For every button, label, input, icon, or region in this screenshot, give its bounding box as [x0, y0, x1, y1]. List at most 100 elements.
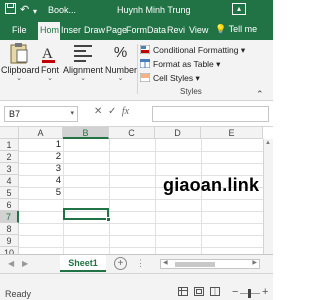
- status-text: Ready: [5, 289, 32, 299]
- cell-styles-button[interactable]: Cell Styles ▾: [139, 72, 200, 84]
- tab-insert[interactable]: Inser: [61, 24, 81, 36]
- formula-bar: B7 ▾ ✕ ✓ fx: [0, 101, 273, 127]
- caret-down-icon: ▾: [216, 59, 221, 69]
- gridline: [63, 139, 64, 254]
- caret-down-icon[interactable]: ▾: [70, 107, 74, 121]
- cell-a5[interactable]: 5: [19, 187, 63, 199]
- alignment-group[interactable]: Alignment ⌄: [63, 42, 103, 83]
- gridline: [19, 247, 273, 248]
- format-as-table-label: Format as Table: [153, 59, 214, 69]
- name-box-value: B7: [9, 109, 21, 119]
- percent-icon: %: [113, 44, 128, 61]
- ribbon-display-options-icon[interactable]: ▴: [232, 3, 246, 15]
- cell-styles-icon: [139, 72, 151, 83]
- cell-a4[interactable]: 4: [19, 175, 63, 187]
- alignment-label: Alignment: [63, 65, 104, 75]
- scroll-left-icon[interactable]: ◀: [163, 259, 168, 266]
- row-header-2[interactable]: 2: [0, 151, 19, 163]
- column-header-e[interactable]: E: [201, 127, 263, 139]
- column-header-d[interactable]: D: [155, 127, 201, 139]
- row-header-8[interactable]: 8: [0, 223, 19, 235]
- more-options-icon[interactable]: ⋮: [136, 258, 145, 269]
- chevron-down-icon: ⌄: [117, 75, 124, 82]
- row-header-1[interactable]: 1: [0, 139, 19, 151]
- svg-text:A: A: [42, 46, 53, 62]
- row-header-5[interactable]: 5: [0, 187, 19, 199]
- tab-draw[interactable]: Draw: [84, 24, 105, 36]
- ribbon-divider: [137, 44, 138, 94]
- add-sheet-button[interactable]: +: [114, 257, 127, 270]
- tab-home[interactable]: Hom: [38, 22, 61, 40]
- save-icon[interactable]: [5, 3, 16, 18]
- tell-me-box[interactable]: 💡 Tell me: [215, 24, 257, 35]
- row-header-7[interactable]: 7: [0, 211, 19, 223]
- clipboard-label: Clipboard: [1, 65, 40, 75]
- formula-input[interactable]: [152, 106, 269, 122]
- tab-file[interactable]: File: [12, 24, 27, 36]
- scroll-thumb[interactable]: [175, 262, 215, 267]
- tell-me-label: Tell me: [228, 24, 258, 34]
- caret-down-icon[interactable]: ▾: [33, 5, 37, 19]
- row-header-9[interactable]: 9: [0, 235, 19, 247]
- format-as-table-button[interactable]: Format as Table ▾: [139, 58, 221, 70]
- normal-view-icon[interactable]: [178, 287, 188, 299]
- conditional-formatting-label: Conditional Formatting: [153, 45, 239, 55]
- column-header-a[interactable]: A: [19, 127, 63, 139]
- cell-a2[interactable]: 2: [19, 151, 63, 163]
- enter-icon[interactable]: ✓: [108, 106, 116, 117]
- font-icon: A: [38, 42, 62, 64]
- zoom-slider-thumb[interactable]: [248, 289, 251, 298]
- tab-data[interactable]: Data: [147, 24, 166, 36]
- scroll-sheets-right-icon[interactable]: ▶: [22, 259, 28, 268]
- gridline: [19, 211, 273, 212]
- row-header-3[interactable]: 3: [0, 163, 19, 175]
- scroll-up-icon[interactable]: ▲: [265, 140, 271, 146]
- document-title: Book...: [48, 5, 77, 15]
- gridline: [19, 199, 273, 200]
- worksheet-grid[interactable]: A B C D E 1 2 3 4 5 6 7 8 9 10 11 1 2 3 …: [0, 127, 273, 254]
- caret-down-icon: ▾: [240, 45, 246, 55]
- select-all-corner[interactable]: [0, 127, 19, 139]
- cell-a1[interactable]: 1: [19, 139, 63, 151]
- collapse-ribbon-icon[interactable]: ⌃: [256, 89, 264, 100]
- column-header-b[interactable]: B: [63, 127, 109, 139]
- watermark: giaoan.link: [163, 175, 260, 195]
- row-header-4[interactable]: 4: [0, 175, 19, 187]
- page-layout-view-icon[interactable]: [194, 287, 204, 299]
- undo-icon[interactable]: ↶: [20, 3, 29, 17]
- formula-buttons: ✕ ✓ fx: [94, 106, 129, 117]
- name-box[interactable]: B7 ▾: [4, 106, 78, 122]
- caret-down-icon: ▾: [195, 73, 200, 83]
- cell-a3[interactable]: 3: [19, 163, 63, 175]
- gridline: [201, 139, 202, 254]
- cancel-icon[interactable]: ✕: [94, 106, 102, 117]
- sheet-tab-sheet1[interactable]: Sheet1: [60, 255, 106, 272]
- number-group[interactable]: % Number ⌄: [105, 42, 137, 83]
- row-header-10[interactable]: 10: [0, 247, 19, 254]
- page-break-view-icon[interactable]: [210, 287, 220, 299]
- horizontal-scrollbar[interactable]: ◀ ▶: [160, 259, 260, 269]
- scroll-right-icon[interactable]: ▶: [252, 259, 257, 266]
- gridline: [19, 235, 273, 236]
- align-icon: [71, 42, 95, 64]
- tab-formulas[interactable]: Form: [126, 24, 147, 36]
- tab-page-layout[interactable]: Page: [106, 24, 127, 36]
- fill-handle[interactable]: [106, 217, 111, 222]
- font-group[interactable]: A Font ⌄: [38, 42, 62, 83]
- row-header-6[interactable]: 6: [0, 199, 19, 211]
- scroll-sheets-left-icon[interactable]: ◀: [8, 259, 14, 268]
- selected-cell-b7[interactable]: [63, 208, 111, 222]
- format-as-table-icon: [139, 58, 151, 69]
- chevron-down-icon: ⌄: [47, 75, 53, 82]
- zoom-out-button[interactable]: −: [232, 286, 238, 298]
- insert-function-icon[interactable]: fx: [122, 106, 129, 117]
- account-name[interactable]: Huynh Minh Trung: [117, 5, 191, 15]
- column-header-c[interactable]: C: [109, 127, 155, 139]
- vertical-scrollbar[interactable]: ▲: [263, 139, 273, 254]
- conditional-formatting-button[interactable]: Conditional Formatting ▾: [139, 44, 246, 56]
- gridline: [155, 139, 156, 254]
- tab-review[interactable]: Revi: [167, 24, 185, 36]
- clipboard-group[interactable]: Clipboard ⌄: [1, 42, 40, 83]
- tab-view[interactable]: View: [189, 24, 208, 36]
- zoom-in-button[interactable]: +: [262, 286, 268, 298]
